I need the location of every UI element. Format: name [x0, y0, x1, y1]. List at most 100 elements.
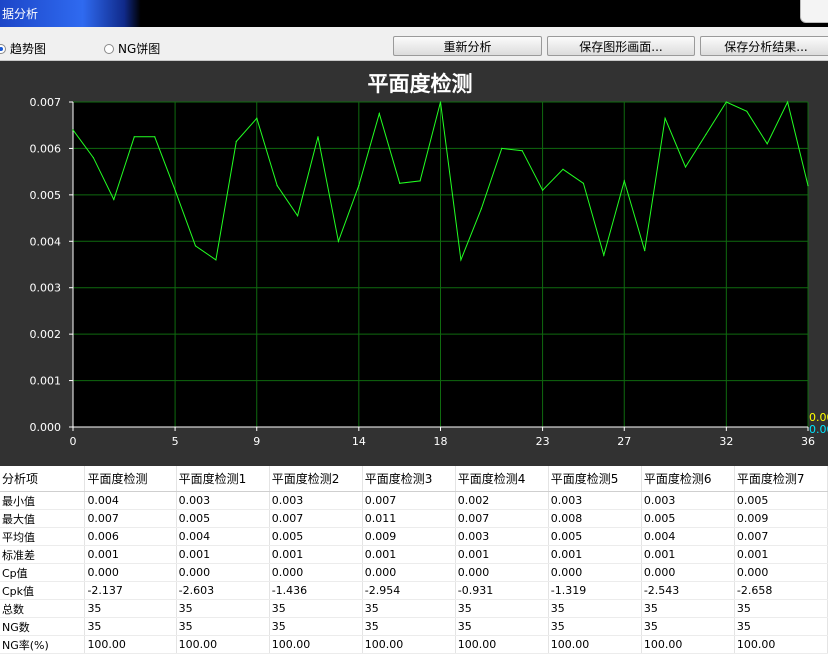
table-cell: 100.00 [176, 635, 270, 654]
table-cell: 0.001 [734, 545, 828, 564]
data-point [746, 110, 748, 112]
table-row[interactable]: 平均值 0.006 0.004 0.005 0.009 0.003 0.005 0.004 0.… [0, 527, 828, 546]
table-header-row: 分析项 平面度检测 平面度检测1 平面度检测2 平面度检测3 平面度检测4 平面度检测5 平面… [0, 466, 828, 492]
data-point [439, 101, 442, 103]
table-cell: 100.00 [734, 635, 828, 654]
table-cell: 100.00 [269, 635, 363, 654]
table-row[interactable]: NG数 35 35 35 35 35 35 35 35 [0, 617, 828, 636]
column-header[interactable]: 平面度检测4 [455, 466, 549, 492]
table-cell: 0.007 [734, 527, 828, 546]
table-row[interactable]: NG率(%) 100.00 100.00 100.00 100.00 100.00 100.… [0, 635, 828, 654]
table-row[interactable]: 最小值 0.004 0.003 0.003 0.007 0.002 0.003 0.003 0.… [0, 491, 828, 510]
table-cell: 35 [734, 599, 828, 618]
row-label-cell: 最小值 [0, 491, 86, 510]
data-point [276, 185, 278, 187]
data-point [460, 259, 462, 261]
ng-pie-radio[interactable]: NG饼图 [104, 40, 160, 57]
trend-chart-radio[interactable]: 趋势图 [0, 40, 46, 57]
data-point [623, 180, 625, 182]
data-point [664, 117, 666, 119]
table-cell: 0.005 [641, 509, 735, 528]
x-tick-label: 23 [536, 435, 550, 448]
window-close-button[interactable] [800, 0, 828, 23]
table-cell: 0.000 [734, 563, 828, 582]
table-cell: 0.007 [455, 509, 549, 528]
radio-selected-icon [0, 43, 6, 54]
table-cell: 0.001 [84, 545, 177, 564]
save-result-button[interactable]: 保存分析结果... [700, 36, 828, 56]
y-tick-label: 0.005 [30, 189, 62, 202]
data-point [194, 245, 197, 247]
ng-pie-radio-label: NG饼图 [118, 42, 161, 56]
column-header[interactable]: 平面度检测1 [176, 466, 270, 492]
table-row[interactable]: 总数 35 35 35 35 35 35 35 35 [0, 599, 828, 618]
table-cell: 0.001 [455, 545, 549, 564]
table-row[interactable]: Cp值 0.000 0.000 0.000 0.000 0.000 0.000 0.000 0.… [0, 563, 828, 582]
row-label-cell: NG数 [0, 617, 86, 636]
table-cell: 35 [269, 617, 363, 636]
table-cell: 35 [84, 617, 177, 636]
table-cell: 0.003 [455, 527, 549, 546]
data-point [297, 215, 299, 217]
data-point [154, 136, 156, 138]
y-tick-label: 0.000 [30, 421, 62, 434]
reanalyze-button[interactable]: 重新分析 [393, 36, 542, 56]
table-cell: -1.319 [548, 581, 642, 600]
column-header[interactable]: 平面度检测2 [269, 466, 363, 492]
table-cell: 0.001 [548, 545, 642, 564]
column-header[interactable]: 平面度检测7 [734, 466, 828, 492]
table-cell: -1.436 [269, 581, 363, 600]
row-label-cell: 总数 [0, 599, 86, 618]
table-cell: 0.000 [641, 563, 735, 582]
table-row[interactable]: 标准差 0.001 0.001 0.001 0.001 0.001 0.001 0.001 0.… [0, 545, 828, 564]
table-cell: 0.000 [455, 563, 549, 582]
data-point [378, 113, 380, 115]
table-row[interactable]: 最大值 0.007 0.005 0.007 0.011 0.007 0.008 0.005 0.… [0, 509, 828, 528]
data-point [133, 136, 135, 138]
table-row[interactable]: Cpk值 -2.137 -2.603 -1.436 -2.954 -0.931 -1.319… [0, 581, 828, 600]
table-cell: 100.00 [362, 635, 456, 654]
table-cell: 0.007 [269, 509, 363, 528]
data-point [542, 189, 544, 191]
table-cell: 0.001 [269, 545, 363, 564]
toolbar: 趋势图 NG饼图 重新分析 保存图形画面... 保存分析结果... [0, 27, 828, 61]
table-cell: 0.004 [176, 527, 270, 546]
table-cell: 100.00 [548, 635, 642, 654]
x-tick-label: 36 [801, 435, 815, 448]
table-cell: 0.004 [641, 527, 735, 546]
column-header[interactable]: 平面度检测3 [362, 466, 456, 492]
data-point [582, 182, 585, 184]
data-point [235, 140, 237, 143]
table-cell: 0.005 [548, 527, 642, 546]
table-cell: 0.002 [455, 491, 549, 510]
table-cell: 35 [641, 599, 735, 618]
save-image-button[interactable]: 保存图形画面... [547, 36, 695, 56]
table-cell: -2.954 [362, 581, 456, 600]
table-cell: 0.000 [269, 563, 363, 582]
x-tick-label: 18 [434, 435, 448, 448]
column-header[interactable]: 平面度检测6 [641, 466, 735, 492]
table-cell: 100.00 [641, 635, 735, 654]
data-point [521, 150, 523, 152]
column-header[interactable]: 平面度检测 [84, 466, 177, 492]
row-label-cell: Cp值 [0, 563, 86, 582]
y-tick-label: 0.001 [30, 375, 62, 388]
table-cell: 0.003 [176, 491, 270, 510]
column-header[interactable]: 平面度检测5 [548, 466, 642, 492]
data-point [787, 101, 789, 103]
table-cell: 35 [269, 599, 363, 618]
row-label-cell: NG率(%) [0, 635, 86, 654]
row-label-cell: 标准差 [0, 545, 86, 564]
y-tick-label: 0.004 [30, 235, 62, 248]
table-cell: 35 [84, 599, 177, 618]
data-point [644, 250, 646, 252]
table-cell: -2.658 [734, 581, 828, 600]
table-cell: 35 [455, 617, 549, 636]
data-point [684, 166, 687, 168]
table-cell: 100.00 [84, 635, 177, 654]
table-cell: 0.000 [362, 563, 456, 582]
column-header[interactable]: 分析项 [0, 466, 86, 492]
data-point [725, 101, 727, 103]
table-cell: 0.001 [176, 545, 270, 564]
data-point [480, 208, 482, 210]
